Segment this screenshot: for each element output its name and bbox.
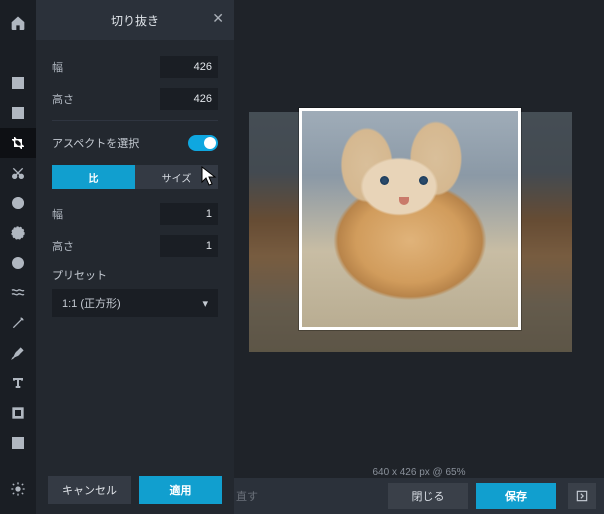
- resize-icon[interactable]: [0, 98, 36, 128]
- handle-tr[interactable]: [507, 108, 521, 122]
- preset-value: 1:1 (正方形): [62, 295, 121, 311]
- size-tab[interactable]: サイズ: [135, 165, 218, 189]
- close-icon[interactable]: ✕: [212, 10, 224, 27]
- open-icon[interactable]: [0, 68, 36, 98]
- aspect-toggle[interactable]: [188, 135, 218, 151]
- frame-icon[interactable]: [0, 428, 36, 458]
- ratio-h-label: 高さ: [52, 238, 74, 254]
- ratio-w-label: 幅: [52, 206, 63, 222]
- liquify-icon[interactable]: [0, 278, 36, 308]
- crop-box[interactable]: [299, 108, 521, 330]
- heal-icon[interactable]: [0, 308, 36, 338]
- adjust-icon[interactable]: [0, 188, 36, 218]
- preset-dropdown[interactable]: 1:1 (正方形) ▾: [52, 289, 218, 317]
- crop-icon[interactable]: [0, 128, 36, 158]
- close-button[interactable]: 閉じる: [388, 483, 468, 509]
- panel-title: 切り抜き: [111, 12, 159, 29]
- effect-icon[interactable]: [0, 248, 36, 278]
- width-label: 幅: [52, 59, 63, 75]
- save-button[interactable]: 保存: [476, 483, 556, 509]
- chevron-down-icon: ▾: [202, 297, 208, 310]
- crop-panel: 切り抜き ✕ 幅 高さ アスペクトを選択 比 サイズ 幅 高さ プリセット 1:…: [36, 0, 234, 514]
- element-icon[interactable]: [0, 398, 36, 428]
- handle-br[interactable]: [507, 316, 521, 330]
- tool-sidebar: [0, 0, 36, 514]
- height-label: 高さ: [52, 91, 74, 107]
- ratio-w-input[interactable]: [160, 203, 218, 225]
- ratio-h-input[interactable]: [160, 235, 218, 257]
- redo-fragment: 直す: [236, 488, 258, 504]
- ratio-tab[interactable]: 比: [52, 165, 135, 189]
- handle-tl[interactable]: [299, 108, 313, 122]
- bottom-bar: 直す 閉じる 保存: [234, 478, 604, 514]
- draw-icon[interactable]: [0, 338, 36, 368]
- apply-button[interactable]: 適用: [139, 476, 222, 504]
- status-bar: 640 x 426 px @ 65%: [234, 467, 604, 478]
- panel-header: 切り抜き ✕: [36, 0, 234, 40]
- handle-t[interactable]: [400, 108, 420, 111]
- filter-icon[interactable]: [0, 218, 36, 248]
- settings-icon[interactable]: [0, 474, 36, 504]
- cut-icon[interactable]: [0, 158, 36, 188]
- crop-image: [302, 111, 518, 327]
- expand-icon[interactable]: [568, 483, 596, 509]
- handle-r[interactable]: [518, 209, 521, 229]
- handle-l[interactable]: [299, 209, 302, 229]
- cancel-button[interactable]: キャンセル: [48, 476, 131, 504]
- handle-b[interactable]: [400, 327, 420, 330]
- preset-label: プリセット: [52, 270, 107, 282]
- home-icon[interactable]: [0, 8, 36, 38]
- width-input[interactable]: [160, 56, 218, 78]
- handle-bl[interactable]: [299, 316, 313, 330]
- aspect-label: アスペクトを選択: [52, 135, 139, 151]
- mode-segmented: 比 サイズ: [52, 165, 218, 189]
- height-input[interactable]: [160, 88, 218, 110]
- text-icon[interactable]: [0, 368, 36, 398]
- canvas-area: 640 x 426 px @ 65% 直す 閉じる 保存: [234, 0, 604, 514]
